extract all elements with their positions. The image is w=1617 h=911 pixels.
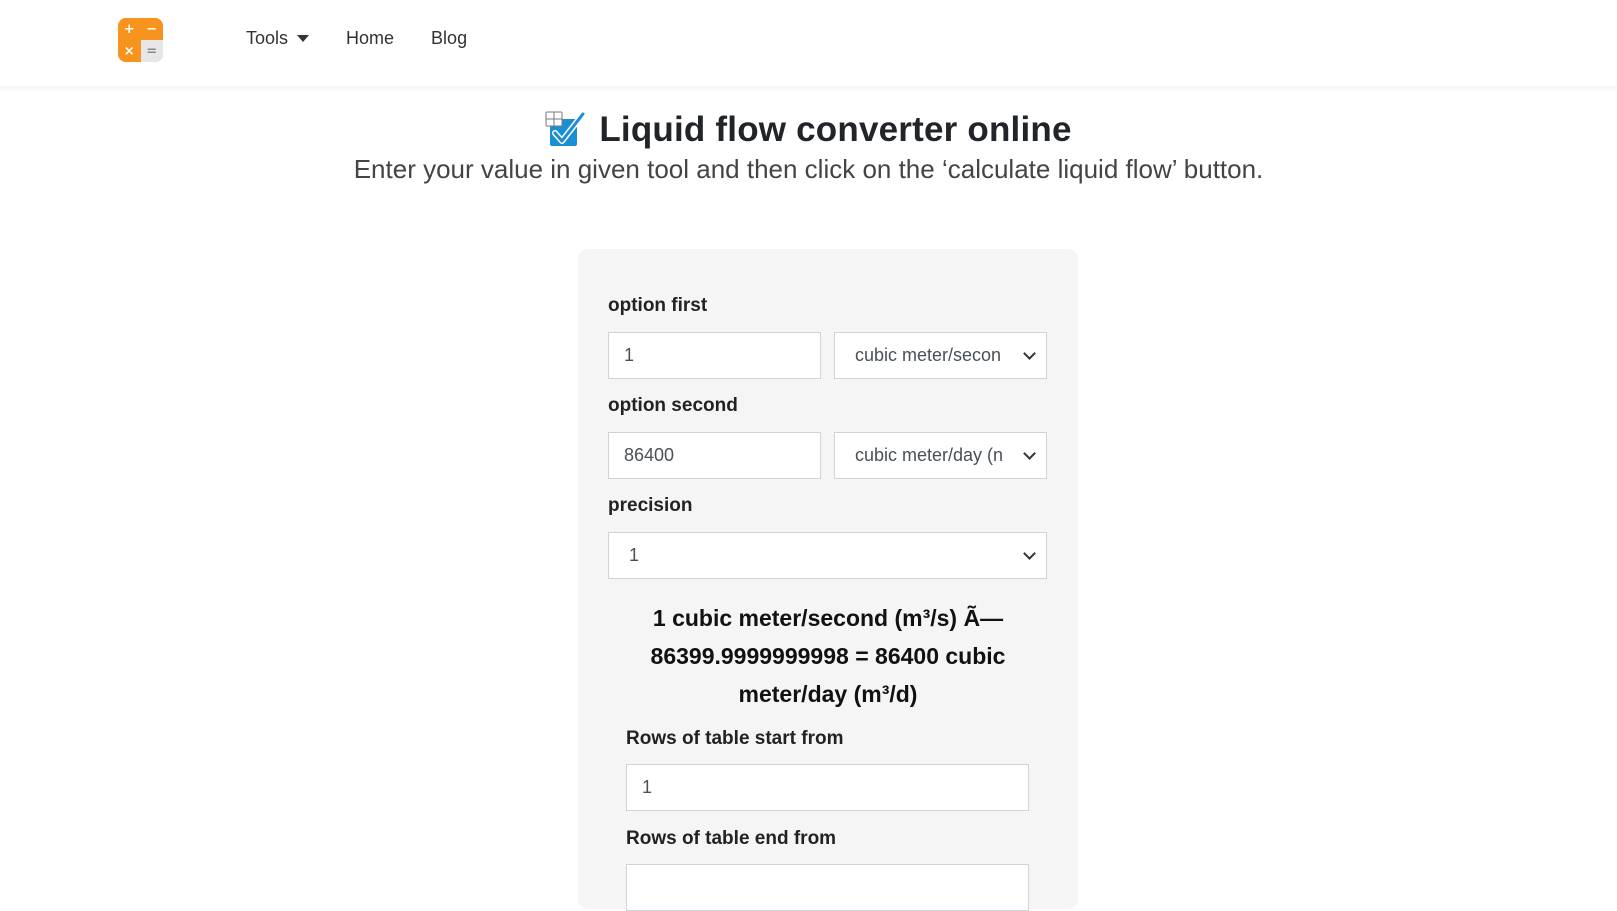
conversion-result: 1 cubic meter/second (m³/s) Ã— 86399.999… <box>598 599 1058 713</box>
chevron-down-icon <box>1023 346 1036 360</box>
caret-down-icon <box>297 35 310 42</box>
option-first-unit-select[interactable]: cubic meter/secon <box>834 332 1047 379</box>
rows-end-label: Rows of table end from <box>626 828 837 849</box>
option-second-label: option second <box>608 395 738 416</box>
option-first-unit-value: cubic meter/secon <box>855 345 1002 365</box>
result-line-1: 1 cubic meter/second (m³/s) Ã— <box>652 605 1004 631</box>
logo-equals-symbol: = <box>140 40 163 62</box>
option-first-label: option first <box>608 295 708 316</box>
logo-minus-symbol: − <box>140 18 163 40</box>
option-first-input[interactable]: 1 <box>608 332 821 379</box>
top-navbar: + − × = Tools Home Blog <box>0 0 1617 86</box>
nav-links: Tools Home Blog <box>246 28 504 49</box>
calculator-logo-icon[interactable]: + − × = <box>118 18 163 62</box>
precision-select[interactable]: 1 <box>608 532 1047 579</box>
rows-start-input[interactable]: 1 <box>626 764 1029 811</box>
precision-value: 1 <box>629 545 640 565</box>
chevron-down-icon <box>1023 446 1036 460</box>
nav-home-link[interactable]: Home <box>346 28 394 49</box>
rows-start-label: Rows of table start from <box>626 728 844 749</box>
option-second-unit-select[interactable]: cubic meter/day (n <box>834 432 1047 479</box>
nav-blog-link[interactable]: Blog <box>431 28 467 49</box>
check-box-icon <box>545 110 587 150</box>
logo-plus-symbol: + <box>118 18 141 40</box>
converter-card: option first 1 cubic meter/secon option … <box>578 249 1078 911</box>
result-line-2: 86399.9999999998 = 86400 cubic <box>650 643 1006 669</box>
precision-label: precision <box>608 495 693 516</box>
logo-times-symbol: × <box>118 40 141 62</box>
page-header: Liquid flow converter online Enter your … <box>0 110 1617 185</box>
page-subtitle: Enter your value in given tool and then … <box>353 154 1264 184</box>
result-line-3: meter/day (m³/d) <box>738 681 918 707</box>
option-second-unit-value: cubic meter/day (n <box>855 445 1004 465</box>
page-title: Liquid flow converter online <box>599 110 1072 149</box>
chevron-down-icon <box>1023 546 1036 560</box>
title-row: Liquid flow converter online <box>0 110 1617 150</box>
nav-tools-label: Tools <box>246 28 289 48</box>
nav-tools-dropdown[interactable]: Tools <box>246 28 310 49</box>
option-second-input[interactable]: 86400 <box>608 432 821 479</box>
rows-end-input[interactable] <box>626 864 1029 911</box>
